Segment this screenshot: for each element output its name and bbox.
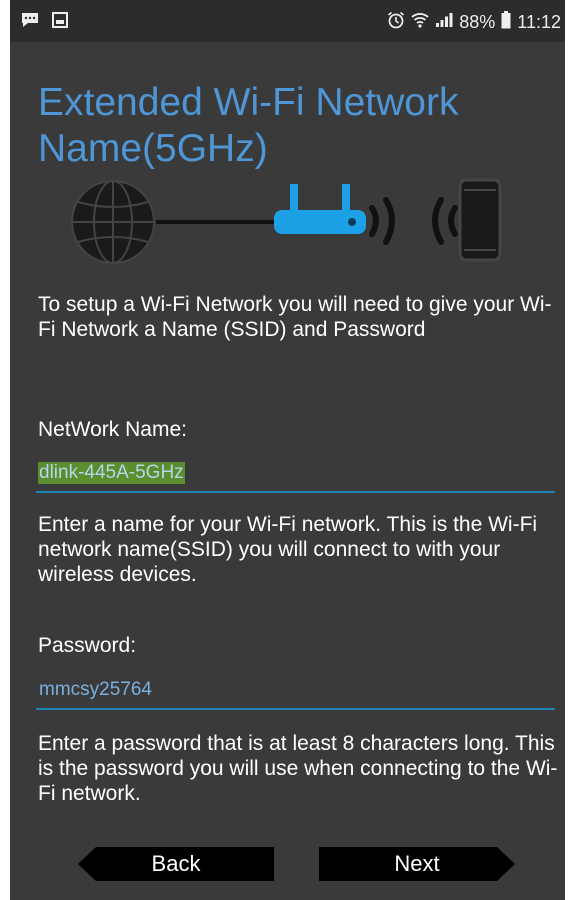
battery-icon <box>501 11 511 34</box>
network-name-field[interactable]: dlink-445A-5GHz <box>36 457 555 493</box>
page-title: Extended Wi-Fi Network Name(5GHz) <box>38 81 459 170</box>
signal-icon <box>435 12 453 33</box>
wifi-icon <box>411 11 429 34</box>
network-name-help: Enter a name for your Wi-Fi network. Thi… <box>38 513 538 586</box>
next-button[interactable]: Next <box>319 847 515 881</box>
alarm-icon <box>387 11 405 34</box>
password-help: Enter a password that is at least 8 char… <box>38 732 558 805</box>
network-name-value[interactable]: dlink-445A-5GHz <box>38 462 185 484</box>
status-left-icons <box>20 12 68 33</box>
phone-screen: 88% 11:12 Extended Wi-Fi Network Name(5G… <box>10 0 565 900</box>
status-right-icons: 88% 11:12 <box>387 11 561 34</box>
connection-illustration <box>71 178 502 264</box>
router-icon <box>274 184 366 234</box>
globe-icon <box>71 180 155 264</box>
intro-text: To setup a Wi-Fi Network you will need t… <box>38 293 552 341</box>
wireless-waves-icon <box>369 197 458 245</box>
status-time: 11:12 <box>517 12 561 32</box>
password-label: Password: <box>38 634 137 657</box>
status-bar: 88% 11:12 <box>10 0 565 42</box>
battery-percent: 88% <box>459 12 496 32</box>
network-name-label: NetWork Name: <box>38 418 187 441</box>
password-value[interactable]: mmcsy25764 <box>38 679 153 701</box>
back-button[interactable]: Back <box>78 847 274 881</box>
image-icon <box>52 12 68 33</box>
phone-icon <box>458 178 502 262</box>
chat-icon <box>20 12 40 33</box>
password-field[interactable]: mmcsy25764 <box>36 674 555 710</box>
